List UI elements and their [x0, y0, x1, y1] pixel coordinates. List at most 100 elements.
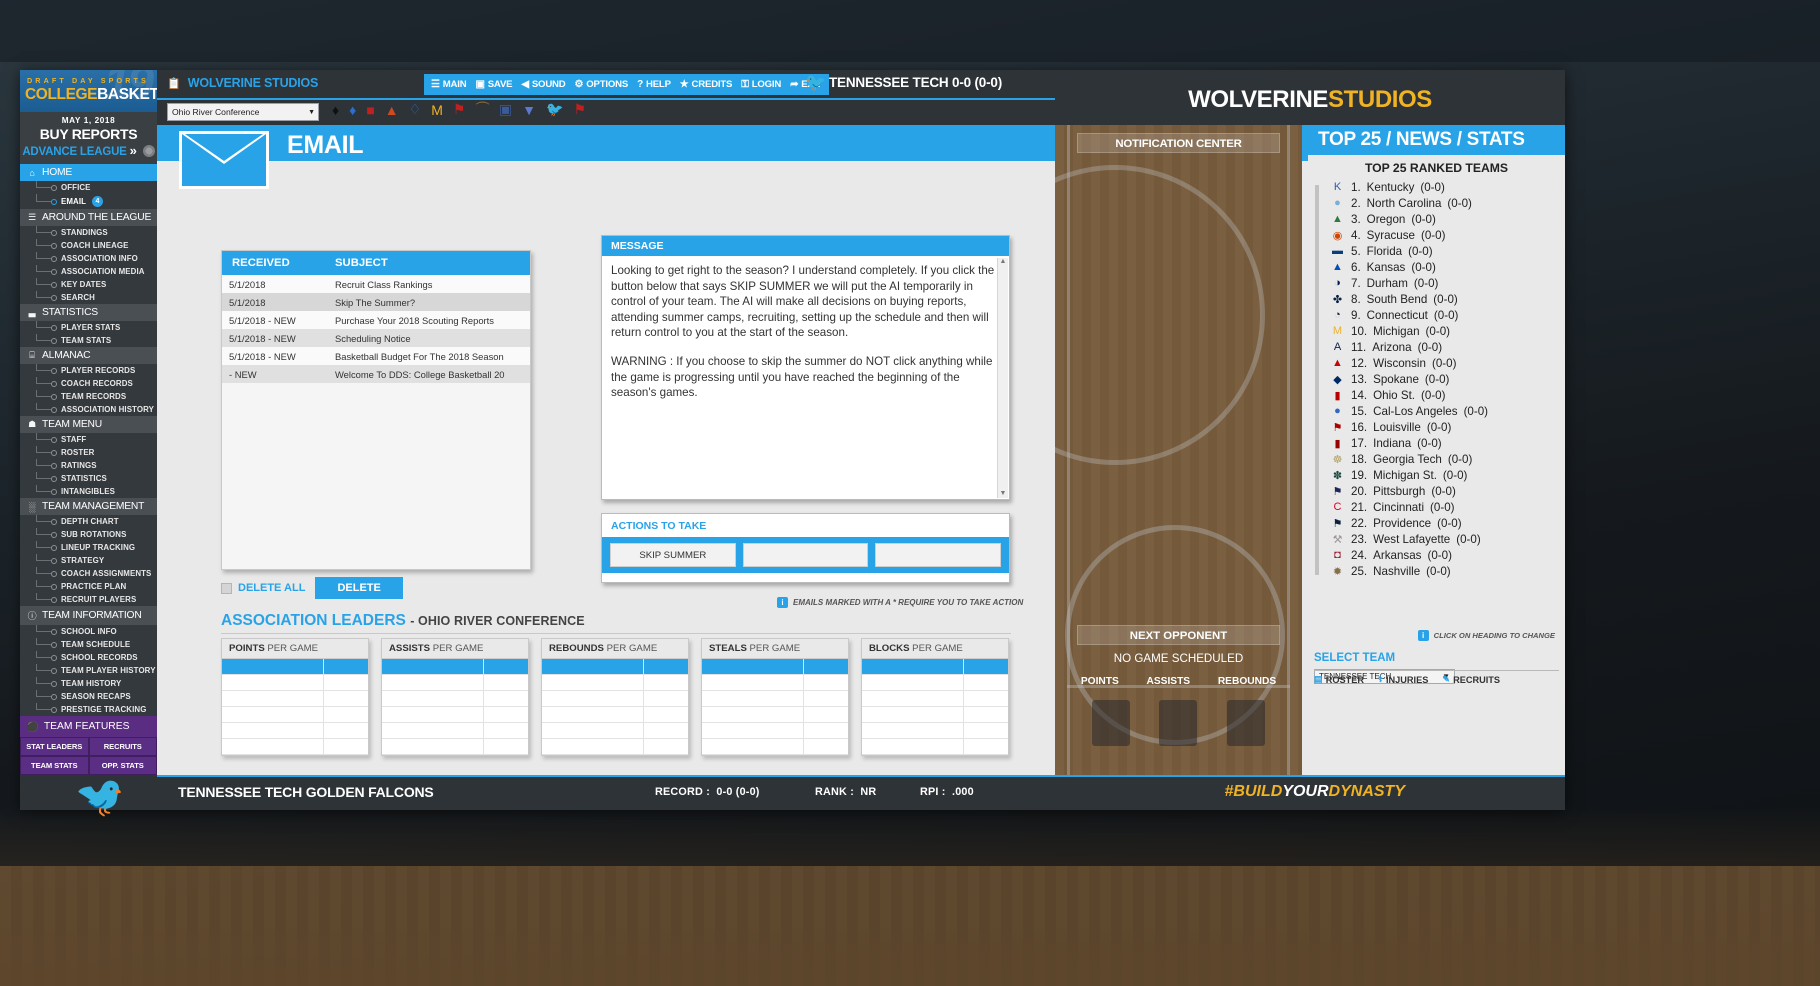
conference-select[interactable]: Ohio River Conference ▼ [167, 103, 319, 121]
menu-item-main[interactable]: ☰MAIN [431, 79, 466, 90]
top25-row[interactable]: C21.Cincinnati(0-0) [1330, 499, 1565, 515]
leader-row[interactable] [702, 659, 848, 675]
top25-header[interactable]: TOP 25 / NEWS / STATS [1308, 125, 1565, 155]
sidebar-item-school-info[interactable]: SCHOOL INFO [20, 625, 157, 638]
top25-row[interactable]: ◘24.Arkansas(0-0) [1330, 547, 1565, 563]
sidebar-item-lineup-tracking[interactable]: LINEUP TRACKING [20, 541, 157, 554]
sidebar-item-association-media[interactable]: ASSOCIATION MEDIA [20, 265, 157, 278]
leader-row[interactable] [702, 691, 848, 707]
leader-row[interactable] [382, 675, 528, 691]
sidebar-section-team-management[interactable]: ░TEAM MANAGEMENT [20, 498, 157, 515]
sidebar-item-season-recaps[interactable]: SEASON RECAPS [20, 690, 157, 703]
top25-row[interactable]: ◑7.Durham(0-0) [1330, 275, 1565, 291]
message-scrollbar[interactable]: ▲ ▼ [997, 258, 1008, 498]
team-icon[interactable]: ▣ [499, 101, 512, 118]
team-icon[interactable]: ■ [366, 102, 374, 118]
email-row[interactable]: - NEWWelcome To DDS: College Basketball … [222, 365, 530, 383]
leader-row[interactable] [862, 675, 1008, 691]
top25-row[interactable]: ✹25.Nashville(0-0) [1330, 563, 1565, 579]
sidebar-item-depth-chart[interactable]: DEPTH CHART [20, 515, 157, 528]
email-row[interactable]: 5/1/2018Recruit Class Rankings [222, 275, 530, 293]
team-icon[interactable]: ▼ [522, 102, 536, 118]
team-icon[interactable]: ♢ [409, 101, 422, 118]
checkbox-icon[interactable] [221, 583, 232, 594]
action-button-2[interactable] [743, 543, 869, 567]
sidebar-item-association-info[interactable]: ASSOCIATION INFO [20, 252, 157, 265]
leader-row[interactable] [382, 659, 528, 675]
sidebar-item-search[interactable]: SEARCH [20, 291, 157, 304]
email-row[interactable]: 5/1/2018Skip The Summer? [222, 293, 530, 311]
top25-row[interactable]: ⚑20.Pittsburgh(0-0) [1330, 483, 1565, 499]
top25-scrollbar[interactable] [1315, 185, 1319, 575]
top25-row[interactable]: ◉4.Syracuse(0-0) [1330, 227, 1565, 243]
menu-item-help[interactable]: ?HELP [637, 79, 671, 90]
team-icon[interactable]: ♦ [349, 102, 356, 118]
sidebar-item-team-schedule[interactable]: TEAM SCHEDULE [20, 638, 157, 651]
sidebar-item-team-stats[interactable]: TEAM STATS [20, 334, 157, 347]
menu-item-login[interactable]: ⚿LOGIN [741, 79, 781, 90]
top25-row[interactable]: ▲12.Wisconsin(0-0) [1330, 355, 1565, 371]
top25-row[interactable]: ▮17.Indiana(0-0) [1330, 435, 1565, 451]
scroll-down-icon[interactable]: ▼ [998, 490, 1008, 497]
leader-row[interactable] [222, 659, 368, 675]
leader-row[interactable] [862, 691, 1008, 707]
team-icon[interactable]: ⏜ [475, 101, 488, 118]
sidebar-item-email[interactable]: EMAIL4 [20, 194, 157, 209]
team-icon[interactable]: ⚑ [573, 101, 586, 118]
delete-all-checkbox[interactable]: DELETE ALL [221, 582, 305, 594]
sidebar-section-team-menu[interactable]: ☗TEAM MENU [20, 416, 157, 433]
sidebar-item-player-stats[interactable]: PLAYER STATS [20, 321, 157, 334]
menu-item-sound[interactable]: ◀SOUND [521, 79, 565, 90]
sidebar-item-roster[interactable]: ROSTER [20, 446, 157, 459]
leader-row[interactable] [702, 707, 848, 723]
top25-row[interactable]: ◆13.Spokane(0-0) [1330, 371, 1565, 387]
sidebar-item-prestige-tracking[interactable]: PRESTIGE TRACKING [20, 703, 157, 716]
leader-row[interactable] [542, 723, 688, 739]
scroll-up-icon[interactable]: ▲ [998, 258, 1008, 265]
leader-row[interactable] [382, 707, 528, 723]
leader-row[interactable] [542, 691, 688, 707]
sidebar-item-player-records[interactable]: PLAYER RECORDS [20, 364, 157, 377]
leader-row[interactable] [702, 739, 848, 755]
sidebar-item-intangibles[interactable]: INTANGIBLES [20, 485, 157, 498]
top25-row[interactable]: M10.Michigan(0-0) [1330, 323, 1565, 339]
sidebar-item-school-records[interactable]: SCHOOL RECORDS [20, 651, 157, 664]
sidebar-item-office[interactable]: OFFICE [20, 181, 157, 194]
delete-button[interactable]: DELETE [315, 577, 402, 599]
sidebar-item-team-history[interactable]: TEAM HISTORY [20, 677, 157, 690]
team-feature-tab-stat-leaders[interactable]: STAT LEADERS [20, 737, 89, 756]
sidebar-item-statistics[interactable]: STATISTICS [20, 472, 157, 485]
sidebar-section-statistics[interactable]: ▃STATISTICS [20, 304, 157, 321]
leader-row[interactable] [542, 739, 688, 755]
leader-row[interactable] [382, 739, 528, 755]
top25-row[interactable]: K1.Kentucky(0-0) [1330, 179, 1565, 195]
top25-row[interactable]: ●15.Cal-Los Angeles(0-0) [1330, 403, 1565, 419]
leader-row[interactable] [542, 659, 688, 675]
sidebar-item-key-dates[interactable]: KEY DATES [20, 278, 157, 291]
skip-summer-button[interactable]: SKIP SUMMER [610, 543, 736, 567]
leader-row[interactable] [862, 723, 1008, 739]
leader-row[interactable] [222, 723, 368, 739]
sidebar-item-association-history[interactable]: ASSOCIATION HISTORY [20, 403, 157, 416]
email-row[interactable]: 5/1/2018 - NEWBasketball Budget For The … [222, 347, 530, 365]
top25-row[interactable]: ▲3.Oregon(0-0) [1330, 211, 1565, 227]
sidebar-item-team-player-history[interactable]: TEAM PLAYER HISTORY [20, 664, 157, 677]
leader-row[interactable] [222, 707, 368, 723]
sidebar-item-practice-plan[interactable]: PRACTICE PLAN [20, 580, 157, 593]
leader-row[interactable] [702, 675, 848, 691]
buy-reports-button[interactable]: BUY REPORTS [20, 126, 157, 142]
team-icon[interactable]: ⚑ [453, 101, 466, 118]
advance-league-button[interactable]: ADVANCE LEAGUE » [20, 143, 157, 158]
leader-row[interactable] [542, 675, 688, 691]
sidebar-item-ratings[interactable]: RATINGS [20, 459, 157, 472]
sidebar-item-standings[interactable]: STANDINGS [20, 226, 157, 239]
menu-item-save[interactable]: ▣SAVE [475, 79, 512, 90]
sidebar-item-recruit-players[interactable]: RECRUIT PLAYERS [20, 593, 157, 606]
quick-action-recruits[interactable]: ✎RECRUITS [1442, 674, 1500, 685]
top25-row[interactable]: ✽19.Michigan St.(0-0) [1330, 467, 1565, 483]
leader-row[interactable] [222, 691, 368, 707]
sidebar-item-strategy[interactable]: STRATEGY [20, 554, 157, 567]
leader-row[interactable] [862, 739, 1008, 755]
email-row[interactable]: 5/1/2018 - NEWPurchase Your 2018 Scoutin… [222, 311, 530, 329]
leader-row[interactable] [382, 691, 528, 707]
